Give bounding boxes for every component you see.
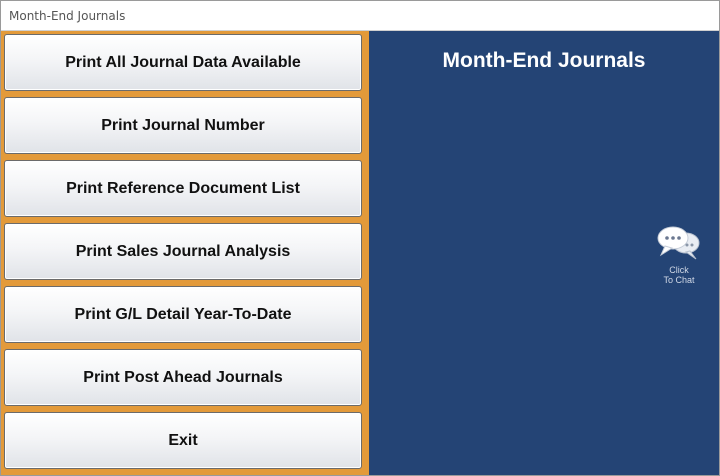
chat-label-line1: Click [669,265,689,275]
title-bar: Month-End Journals [1,1,719,31]
click-to-chat-button[interactable]: Click To Chat [652,225,706,287]
print-post-ahead-journals-button[interactable]: Print Post Ahead Journals [4,349,362,406]
print-gl-detail-ytd-button[interactable]: Print G/L Detail Year-To-Date [4,286,362,343]
chat-label: Click To Chat [652,265,706,285]
menu-panel: Print All Journal Data Available Print J… [1,31,369,475]
print-journal-number-button[interactable]: Print Journal Number [4,97,362,154]
info-panel: Month-End Journals Click To Chat [369,31,719,475]
window-title: Month-End Journals [9,9,126,23]
print-reference-document-list-button[interactable]: Print Reference Document List [4,160,362,217]
chat-bubbles-icon [657,226,700,260]
exit-button[interactable]: Exit [4,412,362,469]
print-all-journal-data-button[interactable]: Print All Journal Data Available [4,34,362,91]
app-window: Month-End Journals Print All Journal Dat… [0,0,720,476]
chat-label-line2: To Chat [663,275,695,285]
panel-heading: Month-End Journals [442,49,646,72]
print-sales-journal-analysis-button[interactable]: Print Sales Journal Analysis [4,223,362,280]
